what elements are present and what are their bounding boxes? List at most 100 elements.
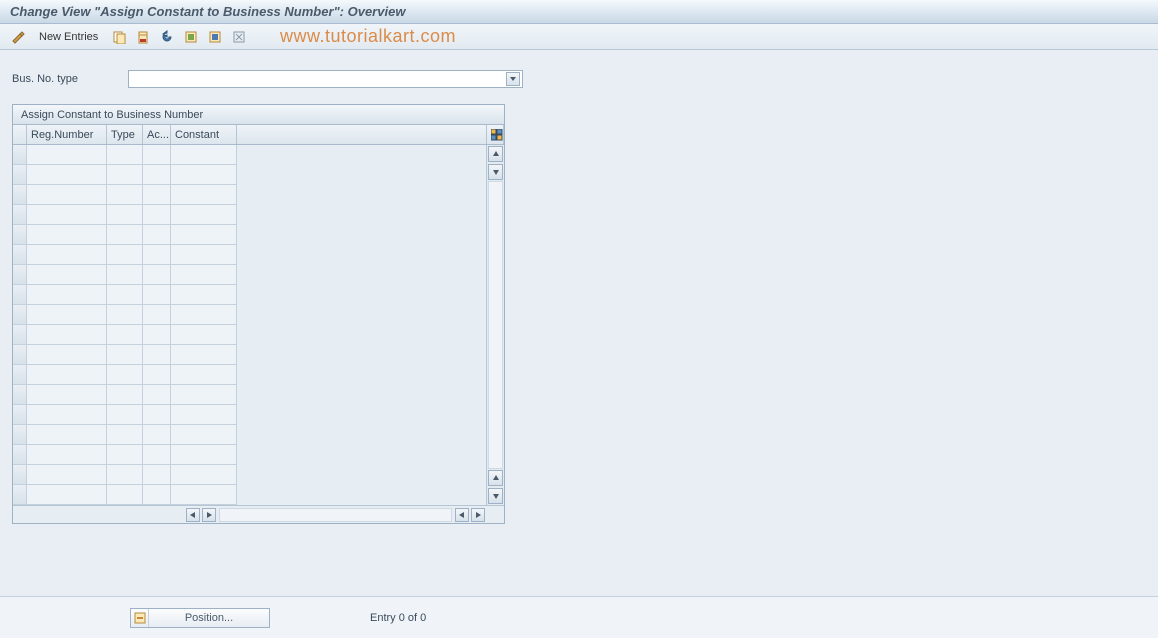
table-row[interactable] — [13, 485, 486, 505]
cell-const[interactable] — [171, 285, 237, 305]
scroll-up-icon[interactable] — [488, 146, 503, 162]
cell-const[interactable] — [171, 425, 237, 445]
cell-type[interactable] — [107, 485, 143, 505]
col-constant[interactable]: Constant — [171, 125, 237, 144]
cell-const[interactable] — [171, 345, 237, 365]
table-row[interactable] — [13, 145, 486, 165]
table-row[interactable] — [13, 225, 486, 245]
cell-type[interactable] — [107, 405, 143, 425]
table-row[interactable] — [13, 445, 486, 465]
table-row[interactable] — [13, 405, 486, 425]
cell-type[interactable] — [107, 265, 143, 285]
cell-const[interactable] — [171, 365, 237, 385]
vscroll-track[interactable] — [488, 181, 503, 469]
cell-ac[interactable] — [143, 385, 171, 405]
cell-const[interactable] — [171, 405, 237, 425]
cell-type[interactable] — [107, 445, 143, 465]
copy-as-icon[interactable] — [109, 28, 129, 46]
row-selector[interactable] — [13, 485, 27, 505]
cell-const[interactable] — [171, 165, 237, 185]
scroll-right2-icon[interactable] — [471, 508, 485, 522]
cell-type[interactable] — [107, 225, 143, 245]
cell-type[interactable] — [107, 385, 143, 405]
row-selector[interactable] — [13, 165, 27, 185]
scroll-left2-icon[interactable] — [455, 508, 469, 522]
row-selector[interactable] — [13, 285, 27, 305]
scroll-down-icon[interactable] — [488, 164, 503, 180]
cell-reg[interactable] — [27, 325, 107, 345]
cell-ac[interactable] — [143, 485, 171, 505]
row-selector[interactable] — [13, 365, 27, 385]
toggle-change-icon[interactable] — [8, 28, 28, 46]
row-selector[interactable] — [13, 325, 27, 345]
cell-reg[interactable] — [27, 485, 107, 505]
scroll-down2-icon[interactable] — [488, 488, 503, 504]
cell-ac[interactable] — [143, 345, 171, 365]
cell-ac[interactable] — [143, 145, 171, 165]
row-selector[interactable] — [13, 425, 27, 445]
cell-ac[interactable] — [143, 465, 171, 485]
table-row[interactable] — [13, 305, 486, 325]
cell-type[interactable] — [107, 165, 143, 185]
cell-type[interactable] — [107, 365, 143, 385]
cell-ac[interactable] — [143, 445, 171, 465]
table-row[interactable] — [13, 185, 486, 205]
cell-type[interactable] — [107, 345, 143, 365]
cell-const[interactable] — [171, 485, 237, 505]
cell-ac[interactable] — [143, 325, 171, 345]
col-type[interactable]: Type — [107, 125, 143, 144]
cell-reg[interactable] — [27, 165, 107, 185]
cell-reg[interactable] — [27, 465, 107, 485]
select-all-icon[interactable] — [181, 28, 201, 46]
row-selector[interactable] — [13, 225, 27, 245]
cell-const[interactable] — [171, 245, 237, 265]
cell-ac[interactable] — [143, 185, 171, 205]
cell-type[interactable] — [107, 425, 143, 445]
hscroll-track[interactable] — [219, 508, 452, 522]
deselect-all-icon[interactable] — [229, 28, 249, 46]
cell-type[interactable] — [107, 205, 143, 225]
bus-no-type-dropdown[interactable] — [128, 70, 523, 88]
cell-ac[interactable] — [143, 225, 171, 245]
scroll-up2-icon[interactable] — [488, 470, 503, 486]
cell-const[interactable] — [171, 225, 237, 245]
cell-reg[interactable] — [27, 185, 107, 205]
new-entries-button[interactable]: New Entries — [32, 28, 105, 46]
cell-type[interactable] — [107, 145, 143, 165]
cell-const[interactable] — [171, 465, 237, 485]
row-selector[interactable] — [13, 305, 27, 325]
cell-reg[interactable] — [27, 345, 107, 365]
cell-ac[interactable] — [143, 405, 171, 425]
cell-reg[interactable] — [27, 385, 107, 405]
cell-reg[interactable] — [27, 245, 107, 265]
configure-columns-icon[interactable] — [486, 125, 504, 144]
cell-reg[interactable] — [27, 265, 107, 285]
cell-type[interactable] — [107, 325, 143, 345]
cell-ac[interactable] — [143, 165, 171, 185]
table-row[interactable] — [13, 425, 486, 445]
cell-reg[interactable] — [27, 445, 107, 465]
row-selector[interactable] — [13, 345, 27, 365]
cell-const[interactable] — [171, 445, 237, 465]
col-ac[interactable]: Ac... — [143, 125, 171, 144]
col-selector[interactable] — [13, 125, 27, 144]
row-selector[interactable] — [13, 205, 27, 225]
cell-reg[interactable] — [27, 225, 107, 245]
position-button[interactable]: Position... — [130, 608, 270, 628]
col-reg-number[interactable]: Reg.Number — [27, 125, 107, 144]
scroll-right-icon[interactable] — [202, 508, 216, 522]
cell-ac[interactable] — [143, 265, 171, 285]
table-row[interactable] — [13, 285, 486, 305]
cell-const[interactable] — [171, 305, 237, 325]
table-row[interactable] — [13, 165, 486, 185]
table-row[interactable] — [13, 245, 486, 265]
cell-reg[interactable] — [27, 145, 107, 165]
cell-ac[interactable] — [143, 285, 171, 305]
cell-ac[interactable] — [143, 245, 171, 265]
table-row[interactable] — [13, 465, 486, 485]
scroll-left-icon[interactable] — [186, 508, 200, 522]
cell-ac[interactable] — [143, 425, 171, 445]
cell-reg[interactable] — [27, 285, 107, 305]
cell-const[interactable] — [171, 145, 237, 165]
table-row[interactable] — [13, 385, 486, 405]
